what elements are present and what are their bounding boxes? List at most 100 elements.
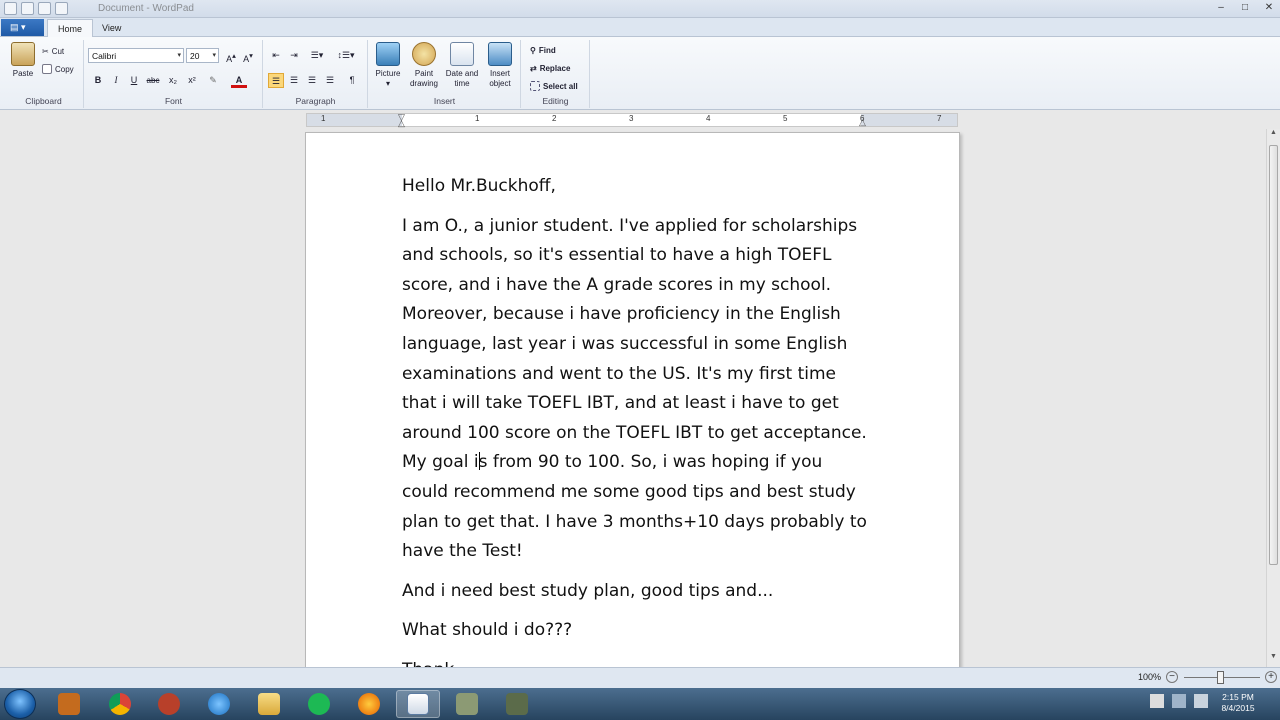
insert-object-button[interactable]: Insert object bbox=[483, 42, 517, 89]
tab-home[interactable]: Home bbox=[47, 19, 94, 37]
file-menu-button[interactable]: ▤ ▾ bbox=[1, 19, 44, 36]
paint-drawing-button[interactable]: Paint drawing bbox=[407, 42, 441, 89]
align-center-icon[interactable]: ☰ bbox=[286, 73, 302, 88]
paint-palette-icon bbox=[412, 42, 436, 66]
maximize-button[interactable]: □ bbox=[1238, 2, 1252, 13]
copy-button[interactable]: Copy bbox=[42, 62, 74, 76]
document-text[interactable]: Hello Mr.Buckhoff, I am O., a junior stu… bbox=[402, 172, 872, 667]
line-spacing-icon[interactable]: ↕☰▾ bbox=[334, 48, 358, 63]
greeting-paragraph[interactable]: Hello Mr.Buckhoff, bbox=[402, 172, 872, 202]
flag-icon[interactable] bbox=[1150, 694, 1164, 708]
align-left-icon[interactable]: ☰ bbox=[268, 73, 284, 88]
ruler-number: 5 bbox=[783, 114, 788, 123]
app-icon[interactable] bbox=[147, 690, 191, 718]
right-indent-marker-icon[interactable]: △ bbox=[859, 118, 866, 127]
font-group: Calibri ▾ 20 ▾ A▴ A▾ B I U abc x₂ x² ✎ A… bbox=[85, 40, 263, 108]
tab-view[interactable]: View bbox=[92, 19, 131, 37]
network-icon[interactable] bbox=[1172, 694, 1186, 708]
insert-group: Picture ▾ Paint drawing Date and time In… bbox=[369, 40, 521, 108]
window-controls: – □ ✕ bbox=[1214, 2, 1276, 13]
clock-time: 2:15 PM bbox=[1222, 692, 1254, 702]
explorer-icon[interactable] bbox=[247, 690, 291, 718]
find-button[interactable]: ⚲ Find bbox=[530, 43, 556, 57]
document-area: Hello Mr.Buckhoff, I am O., a junior stu… bbox=[0, 129, 1266, 667]
scroll-down-icon[interactable]: ▼ bbox=[1267, 653, 1280, 667]
font-family-select[interactable]: Calibri ▾ bbox=[88, 48, 184, 63]
font-group-label: Font bbox=[164, 96, 182, 106]
volume-icon[interactable] bbox=[1194, 694, 1208, 708]
find-label: Find bbox=[538, 45, 556, 55]
chrome-icon[interactable] bbox=[98, 690, 142, 718]
closing-paragraph[interactable]: Thank bbox=[402, 656, 872, 667]
body-text-before-caret: I am O., a junior student. I've applied … bbox=[402, 215, 867, 473]
shrink-font-button[interactable]: A▾ bbox=[240, 48, 256, 64]
font-size-value: 20 bbox=[190, 51, 200, 61]
clipboard-group: Paste ✂ Cut Copy Clipboard bbox=[4, 40, 84, 108]
text-color-button[interactable]: A bbox=[231, 73, 247, 88]
subscript-button[interactable]: x₂ bbox=[165, 73, 181, 88]
vertical-scrollbar[interactable]: ▲ ▼ bbox=[1266, 129, 1280, 667]
scroll-up-icon[interactable]: ▲ bbox=[1267, 129, 1280, 143]
paragraph-group-label: Paragraph bbox=[295, 96, 336, 106]
paste-button[interactable]: Paste bbox=[6, 42, 40, 79]
minimize-button[interactable]: – bbox=[1214, 2, 1228, 13]
select-all-button[interactable]: Select all bbox=[530, 79, 578, 93]
cut-button[interactable]: ✂ Cut bbox=[42, 44, 64, 58]
firefox-icon[interactable] bbox=[347, 690, 391, 718]
clock-date: 8/4/2015 bbox=[1221, 703, 1255, 713]
ruler[interactable]: 1 1 2 3 4 5 6 7 ▽ △ △ bbox=[306, 113, 958, 128]
paste-icon bbox=[11, 42, 35, 66]
ribbon: Paste ✂ Cut Copy Clipboard Calibri ▾ 20 … bbox=[0, 37, 1280, 110]
font-size-select[interactable]: 20 ▾ bbox=[186, 48, 219, 63]
select-all-label: Select all bbox=[543, 81, 578, 91]
wordpad-icon[interactable] bbox=[396, 690, 440, 718]
ie-icon[interactable] bbox=[197, 690, 241, 718]
bold-button[interactable]: B bbox=[90, 73, 106, 88]
decrease-indent-icon[interactable]: ⇤ bbox=[268, 48, 284, 63]
datetime-label-1: Date and bbox=[445, 69, 479, 78]
clock[interactable]: 2:15 PM 8/4/2015 bbox=[1216, 692, 1260, 714]
media-icon[interactable] bbox=[47, 690, 91, 718]
datetime-label-2: time bbox=[454, 79, 470, 88]
ribbon-tab-row: ▤ ▾ Home View bbox=[0, 18, 1280, 37]
bullets-icon[interactable]: ☰▾ bbox=[306, 48, 328, 63]
italic-button[interactable]: I bbox=[108, 73, 124, 88]
paste-label: Paste bbox=[12, 69, 34, 78]
app2-icon[interactable] bbox=[445, 690, 489, 718]
start-button[interactable] bbox=[4, 689, 36, 719]
superscript-button[interactable]: x² bbox=[184, 73, 200, 88]
strikethrough-button[interactable]: abc bbox=[145, 73, 161, 88]
document-page[interactable]: Hello Mr.Buckhoff, I am O., a junior stu… bbox=[305, 132, 960, 667]
align-right-icon[interactable]: ☰ bbox=[304, 73, 320, 88]
object-label-1: Insert bbox=[489, 69, 510, 78]
date-time-button[interactable]: Date and time bbox=[445, 42, 479, 89]
paint-label-1: Paint bbox=[414, 69, 434, 78]
close-button[interactable]: ✕ bbox=[1262, 2, 1276, 13]
picture-button[interactable]: Picture ▾ bbox=[371, 42, 405, 89]
app3-icon[interactable] bbox=[495, 690, 539, 718]
body-paragraph[interactable]: I am O., a junior student. I've applied … bbox=[402, 212, 872, 567]
question-paragraph[interactable]: What should i do??? bbox=[402, 616, 872, 646]
chevron-down-icon: ▾ bbox=[212, 52, 216, 59]
highlight-button[interactable]: ✎ bbox=[205, 73, 221, 88]
justify-icon[interactable]: ☰ bbox=[322, 73, 338, 88]
grow-font-button[interactable]: A▴ bbox=[223, 48, 239, 64]
zoom-in-icon[interactable]: + bbox=[1265, 671, 1277, 683]
zoom-slider-thumb[interactable] bbox=[1217, 671, 1224, 684]
spotify-icon[interactable] bbox=[297, 690, 341, 718]
ruler-number: 3 bbox=[629, 114, 634, 123]
ruler-number: 1 bbox=[475, 114, 480, 123]
paragraph-group: ⇤ ⇥ ☰▾ ↕☰▾ ☰ ☰ ☰ ☰ ¶ Paragraph bbox=[264, 40, 368, 108]
replace-button[interactable]: ⇄ Replace bbox=[530, 61, 570, 75]
study-plan-paragraph[interactable]: And i need best study plan, good tips an… bbox=[402, 577, 872, 607]
paragraph-settings-icon[interactable]: ¶ bbox=[344, 73, 360, 88]
scrollbar-thumb[interactable] bbox=[1269, 145, 1278, 565]
binoculars-icon: ⚲ bbox=[530, 45, 536, 55]
indent-marker-icon[interactable]: ▽ △ bbox=[398, 113, 405, 128]
increase-indent-icon[interactable]: ⇥ bbox=[286, 48, 302, 63]
ruler-right-margin bbox=[861, 114, 957, 126]
zoom-out-icon[interactable]: − bbox=[1166, 671, 1178, 683]
object-icon bbox=[488, 42, 512, 66]
ruler-number: 4 bbox=[706, 114, 711, 123]
underline-button[interactable]: U bbox=[126, 73, 142, 88]
